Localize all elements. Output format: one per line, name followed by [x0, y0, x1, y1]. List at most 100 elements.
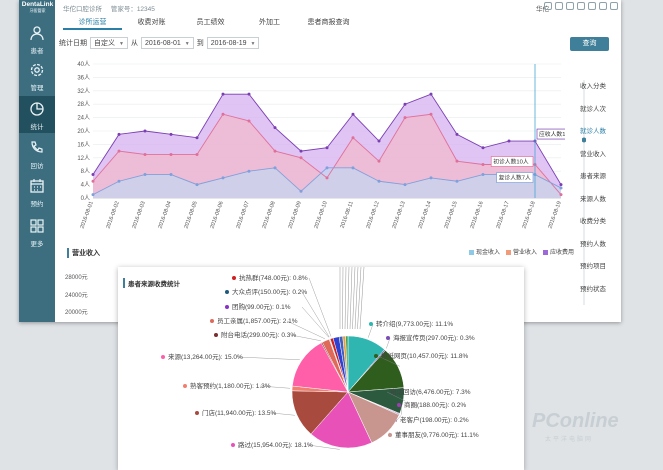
settings-icon[interactable]	[555, 2, 563, 10]
data-point[interactable]	[91, 193, 95, 197]
right-nav-item[interactable]: 预约项目	[568, 260, 618, 283]
help-icon[interactable]	[566, 2, 574, 10]
pie-slice-label: 附台电话(299.00元): 0.3%	[221, 330, 296, 339]
filter-bar: 统计日期 自定义 ▼ 从 2016-08-01 ▼ 到 2016-08-19 ▼	[59, 36, 262, 50]
close-icon[interactable]	[610, 2, 618, 10]
data-point[interactable]	[247, 119, 251, 123]
data-point[interactable]	[195, 183, 199, 187]
data-point[interactable]	[377, 159, 381, 163]
tab-staff-performance[interactable]: 员工绩效	[181, 16, 240, 30]
data-point[interactable]	[559, 183, 563, 187]
data-point[interactable]	[403, 116, 407, 120]
legend-item[interactable]: 应收费用	[543, 247, 574, 256]
data-point[interactable]	[195, 136, 199, 140]
data-point[interactable]	[273, 126, 277, 130]
data-point[interactable]	[221, 112, 225, 116]
right-nav-item[interactable]: 预约人数	[568, 238, 618, 261]
data-point[interactable]	[429, 176, 433, 180]
right-nav-item[interactable]: 营业收入	[568, 148, 618, 171]
data-point[interactable]	[91, 173, 95, 177]
data-point[interactable]	[455, 132, 459, 136]
data-point[interactable]	[273, 166, 277, 170]
data-point[interactable]	[455, 159, 459, 163]
data-point[interactable]	[273, 149, 277, 153]
data-point[interactable]	[299, 156, 303, 160]
right-nav-item[interactable]: 来源人数	[568, 193, 618, 216]
data-point[interactable]	[195, 152, 199, 156]
sidebar-item-followup[interactable]: 回访	[19, 135, 55, 172]
data-point[interactable]	[299, 149, 303, 153]
data-point[interactable]	[481, 163, 485, 166]
data-point[interactable]	[403, 102, 407, 106]
tab-clinic-operations[interactable]: 诊所运营	[63, 16, 122, 30]
data-point[interactable]	[429, 92, 433, 96]
tab-billing[interactable]: 收费对账	[122, 16, 181, 30]
data-point[interactable]	[351, 166, 355, 170]
from-date-select[interactable]: 2016-08-01 ▼	[140, 37, 194, 49]
data-point[interactable]	[143, 129, 147, 133]
message-icon[interactable]	[544, 2, 552, 10]
right-nav-item[interactable]: 收入分类	[568, 80, 618, 103]
legend-item[interactable]: 现金收入	[469, 247, 500, 256]
pie-label-leader	[349, 267, 353, 330]
data-point[interactable]	[325, 176, 329, 180]
sidebar-item-more[interactable]: 更多	[19, 213, 55, 250]
data-point[interactable]	[117, 132, 121, 136]
right-nav-item[interactable]: 预约状态	[568, 283, 618, 306]
data-point[interactable]	[325, 166, 329, 170]
data-point[interactable]	[481, 146, 485, 150]
data-point[interactable]	[247, 92, 251, 96]
chevron-down-icon: ▼	[119, 41, 124, 47]
right-nav-item[interactable]: 患者来源	[568, 170, 618, 193]
data-point[interactable]	[169, 152, 173, 156]
data-point[interactable]	[481, 173, 485, 177]
skin-icon[interactable]	[577, 2, 585, 10]
data-point[interactable]	[559, 186, 563, 190]
data-point[interactable]	[221, 176, 225, 180]
data-point[interactable]	[91, 179, 95, 183]
data-point[interactable]	[429, 112, 433, 116]
data-point[interactable]	[351, 136, 355, 140]
data-point[interactable]	[117, 149, 121, 153]
legend-item[interactable]: 营业收入	[506, 247, 537, 256]
x-tick-label: 2016-08-03	[131, 201, 146, 230]
to-date-select[interactable]: 2016-08-19 ▼	[206, 37, 260, 49]
pie-label-dot	[369, 322, 373, 326]
pie-slice-label: 大众点评(150.00元): 0.2%	[232, 287, 307, 296]
date-mode-select[interactable]: 自定义 ▼	[90, 37, 128, 49]
data-point[interactable]	[377, 179, 381, 183]
chevron-down-icon: ▼	[250, 41, 256, 47]
data-point[interactable]	[507, 139, 511, 143]
tab-patient-query[interactable]: 患者商报查询	[299, 16, 358, 30]
data-point[interactable]	[221, 92, 225, 96]
sidebar-item-patients[interactable]: 患者	[19, 20, 55, 57]
right-nav-item[interactable]: 收费分类	[568, 215, 618, 238]
data-point[interactable]	[455, 179, 459, 183]
data-point[interactable]	[247, 169, 251, 173]
sidebar-item-label: 管理	[30, 85, 44, 92]
data-point[interactable]	[169, 173, 173, 177]
sidebar-item-manage[interactable]: 管理	[19, 57, 55, 94]
x-tick-label: 2016-08-10	[313, 201, 328, 230]
data-point[interactable]	[559, 193, 563, 197]
data-point[interactable]	[403, 183, 407, 187]
data-point[interactable]	[169, 132, 173, 136]
tab-outsourcing[interactable]: 外加工	[240, 16, 299, 30]
visits-area-chart: 0人4人8人12人16人20人24人28人32人36人40人2016-08-01…	[77, 61, 565, 230]
sidebar-item-statistics[interactable]: 统计	[19, 96, 55, 133]
data-point[interactable]	[351, 112, 355, 116]
data-point[interactable]	[143, 152, 147, 156]
minimize-icon[interactable]	[588, 2, 596, 10]
data-point[interactable]	[299, 189, 303, 193]
data-point[interactable]	[377, 139, 381, 143]
maximize-icon[interactable]	[599, 2, 607, 10]
right-nav-item[interactable]: 就诊人数	[568, 125, 618, 148]
data-point[interactable]	[117, 179, 121, 183]
query-button[interactable]: 查询	[570, 37, 609, 51]
data-point[interactable]	[325, 146, 329, 150]
sidebar-item-appointment[interactable]: 预约	[19, 173, 55, 210]
data-point[interactable]	[143, 173, 147, 177]
pie-slice-label: 门店(11,940.00元): 13.5%	[202, 408, 277, 417]
pie-label-leader	[352, 267, 356, 330]
right-nav-item[interactable]: 就诊人次	[568, 103, 618, 126]
